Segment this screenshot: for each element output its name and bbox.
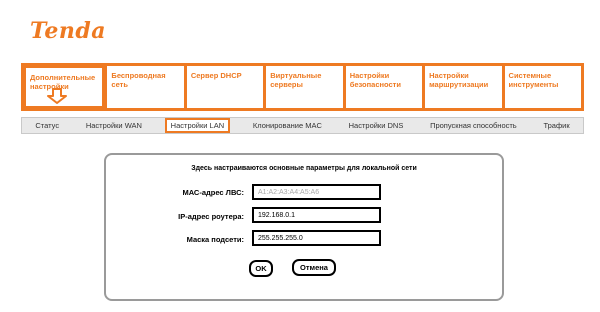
mask-label: Маска подсети: (186, 235, 244, 244)
tab-label: Виртуальные серверы (270, 71, 322, 89)
ok-button[interactable]: OK (249, 260, 273, 277)
tab-routing[interactable]: Настройки маршрутизации (425, 66, 502, 108)
tab-advanced-settings[interactable]: Дополнительные настройки (24, 66, 105, 108)
subtab-lan-settings[interactable]: Настройки LAN (164, 118, 231, 133)
subtab-traffic[interactable]: Трафик (539, 120, 573, 131)
mac-address-field[interactable] (252, 184, 381, 200)
subtab-mac-clone[interactable]: Клонирование MAC (249, 120, 326, 131)
mac-label: МАС-адрес ЛВС: (182, 188, 244, 197)
router-ip-field[interactable] (252, 207, 381, 223)
tab-label: Настройки безопасности (349, 71, 401, 89)
tab-security[interactable]: Настройки безопасности (345, 66, 423, 108)
subnet-mask-field[interactable] (252, 230, 381, 246)
arrow-down-icon (47, 88, 67, 104)
sub-navigation: Статус Настройки WAN Настройки LAN Клони… (21, 117, 584, 134)
subtab-bandwidth[interactable]: Пропускная способность (426, 120, 521, 131)
tab-system-tools[interactable]: Системные инструменты (504, 66, 581, 108)
lan-settings-panel: Здесь настраиваются основные параметры д… (104, 153, 504, 301)
tab-virtual-servers[interactable]: Виртуальные серверы (266, 66, 343, 108)
tab-wireless[interactable]: Беспроводная сеть (107, 66, 184, 108)
subtab-dns-settings[interactable]: Настройки DNS (345, 120, 408, 131)
ip-label: IP-адрес роутера: (178, 212, 244, 221)
top-navigation: Дополнительные настройки Беспроводная се… (21, 63, 584, 111)
tenda-logo: Tenda (30, 18, 106, 44)
tab-label: Сервер DHCP (190, 71, 242, 80)
panel-description: Здесь настраиваются основные параметры д… (191, 165, 417, 172)
subtab-status[interactable]: Статус (31, 120, 63, 131)
tab-label: Настройки маршрутизации (429, 71, 489, 89)
tab-label: Системные инструменты (508, 71, 559, 89)
tab-dhcp-server[interactable]: Сервер DHCP (186, 66, 264, 108)
subtab-wan-settings[interactable]: Настройки WAN (82, 120, 146, 131)
cancel-button[interactable]: Отмена (292, 259, 336, 276)
tab-label: Беспроводная сеть (111, 71, 166, 89)
